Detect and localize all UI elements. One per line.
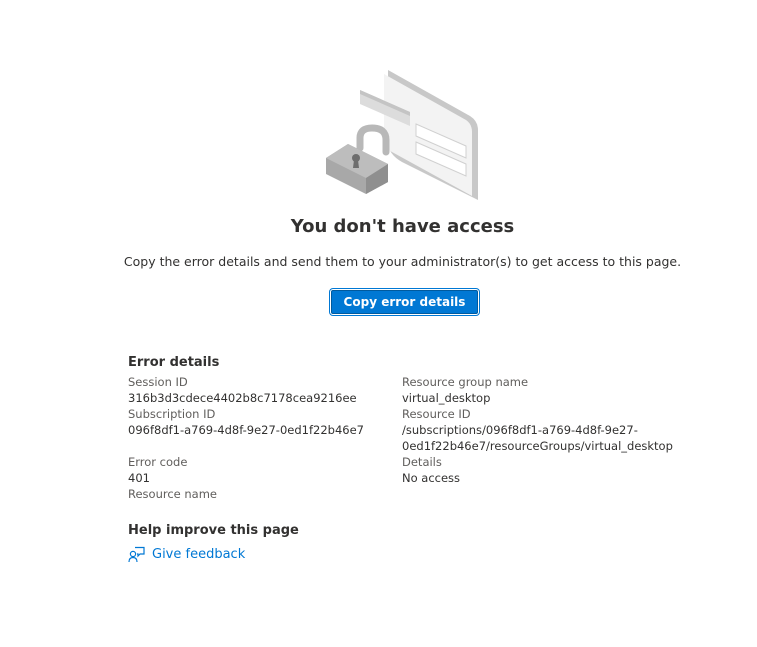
give-feedback-label[interactable]: Give feedback <box>152 547 245 562</box>
error-details-heading: Error details <box>128 355 220 370</box>
error-details-right-column: Resource group name virtual_desktop Reso… <box>402 374 692 486</box>
help-heading: Help improve this page <box>128 523 299 538</box>
session-id-label: Session ID <box>128 375 188 389</box>
resource-name-label: Resource name <box>128 487 218 501</box>
locked-card-illustration <box>320 66 490 206</box>
give-feedback-link[interactable]: Give feedback <box>128 546 245 563</box>
page-title: You don't have access <box>290 216 515 237</box>
subscription-id-value: 096f8df1-a769-4d8f-9e27-0ed1f22b46e7 <box>128 423 364 437</box>
resource-group-label: Resource group name <box>402 375 529 389</box>
error-code-label: Error code <box>128 455 188 469</box>
error-code-value: 401 <box>128 471 150 485</box>
access-denied-page: You don't have access Copy the error det… <box>0 0 757 647</box>
error-details-left-column: Session ID 316b3d3cdece4402b8c7178cea921… <box>128 374 388 502</box>
resource-id-value-line1: /subscriptions/096f8df1-a769-4d8f-9e27- <box>402 423 638 437</box>
copy-error-details-button[interactable]: Copy error details <box>329 288 480 316</box>
resource-group-value: virtual_desktop <box>402 391 491 405</box>
details-label: Details <box>402 455 442 469</box>
feedback-icon <box>128 546 145 563</box>
session-id-value: 316b3d3cdece4402b8c7178cea9216ee <box>128 391 357 405</box>
resource-id-value-line2: 0ed1f22b46e7/resourceGroups/virtual_desk… <box>402 439 673 453</box>
subscription-id-label: Subscription ID <box>128 407 216 421</box>
page-subtitle: Copy the error details and send them to … <box>123 254 682 269</box>
resource-id-label: Resource ID <box>402 407 471 421</box>
details-value: No access <box>402 471 461 485</box>
